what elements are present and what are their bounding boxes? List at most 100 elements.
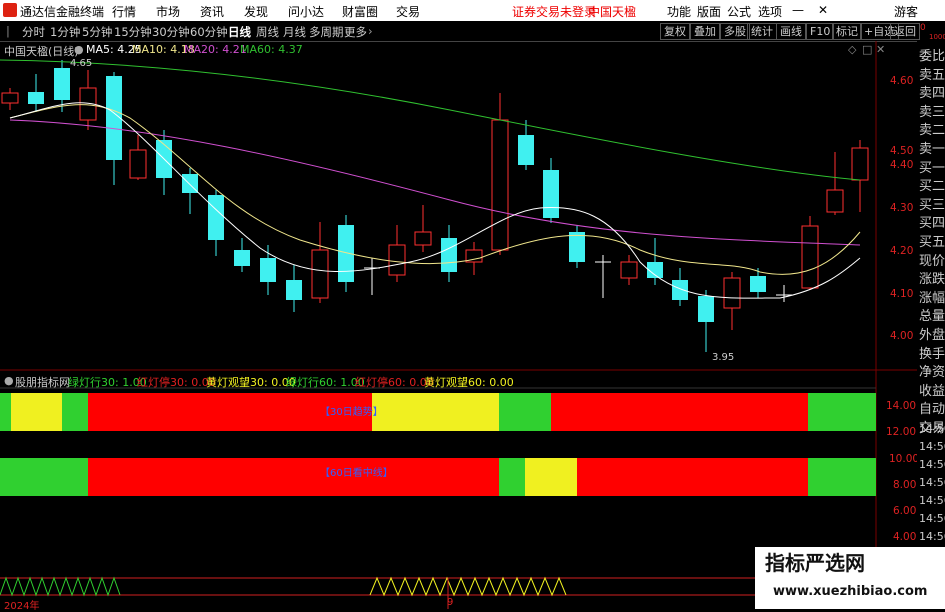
tab-multi[interactable]: 多周期 <box>309 24 344 40</box>
settings-circle-icon[interactable]: ● <box>74 43 84 56</box>
overlay-button[interactable]: 叠加 <box>690 23 720 40</box>
candlestick <box>698 290 714 352</box>
menu-discover[interactable]: 发现 <box>244 3 268 20</box>
side-panel-item[interactable]: 涨跌 <box>919 268 945 287</box>
side-panel-item[interactable]: 卖四 <box>919 82 945 101</box>
side-panel-item[interactable]: 卖一 <box>919 138 945 157</box>
side-panel-time: 14:56 <box>919 440 945 453</box>
side-panel-item[interactable]: 现价 <box>919 250 945 269</box>
tab-30min[interactable]: 30分钟 <box>152 24 190 40</box>
signal-band-60 <box>88 458 499 496</box>
candlestick <box>672 268 688 306</box>
menu-function[interactable]: 功能 <box>667 3 691 20</box>
menu-news[interactable]: 资讯 <box>200 3 224 20</box>
menu-formula[interactable]: 公式 <box>727 3 751 20</box>
ind-yellow30: 黄灯观望30: 0.00 <box>206 376 296 389</box>
tab-15min[interactable]: 15分钟 <box>114 24 152 40</box>
high-price-label: 4.65 <box>70 58 93 69</box>
minimize-icon[interactable]: — <box>792 3 804 17</box>
candlestick <box>260 245 276 295</box>
menu-trade[interactable]: 交易 <box>396 3 420 20</box>
ind-tick: 4.00 <box>893 531 917 543</box>
side-panel-item[interactable]: 买三 <box>919 194 945 213</box>
side-panel-item[interactable]: 卖三 <box>919 101 945 120</box>
side-panel-item[interactable]: 自动 <box>919 398 945 417</box>
draw-button[interactable]: 画线 <box>776 23 806 40</box>
side-panel-item[interactable]: 买一 <box>919 157 945 176</box>
menu-ask[interactable]: 问小达 <box>288 3 324 20</box>
multi-stock-button[interactable]: 多股 <box>720 23 750 40</box>
chevron-right-icon[interactable]: › <box>368 24 373 38</box>
signal-band-60 <box>525 458 577 496</box>
tab-minute[interactable]: 分时 <box>22 24 45 40</box>
close-icon[interactable]: ✕ <box>818 3 828 17</box>
side-panel-item[interactable]: 买四 <box>919 212 945 231</box>
side-panel-item[interactable]: 卖五 <box>919 64 945 83</box>
menu-guest[interactable]: 游客 <box>894 3 918 20</box>
side-panel-time: 14:56 <box>919 476 945 489</box>
signal-band-30 <box>551 393 808 431</box>
tab-1min[interactable]: 1分钟 <box>50 24 80 40</box>
candlestick <box>234 238 250 272</box>
login-warning[interactable]: 证券交易未登录 <box>512 3 596 20</box>
back-button[interactable]: 返回 <box>890 23 920 40</box>
side-panel-item[interactable]: 收益 <box>919 380 945 399</box>
menu-wealth[interactable]: 财富圈 <box>342 3 378 20</box>
signal-band-30 <box>808 393 876 431</box>
side-panel-item[interactable]: 外盘 <box>919 324 945 343</box>
menu-layout[interactable]: 版面 <box>697 3 721 20</box>
ind-tick: 14.00 <box>886 400 917 412</box>
side-panel-item[interactable]: 总量 <box>919 305 945 324</box>
mark-button[interactable]: 标记 <box>832 23 862 40</box>
side-panel-item[interactable]: 涨幅 <box>919 287 945 306</box>
stats-button[interactable]: 统计 <box>747 23 777 40</box>
candlestick <box>54 60 70 112</box>
tab-daily[interactable]: 日线 <box>228 24 251 40</box>
candlestick <box>750 268 766 298</box>
close-chart-icon[interactable]: ✕ <box>876 43 885 56</box>
stock-title: 中国天楹 <box>588 5 637 19</box>
side-panel-time: 14:56 <box>919 458 945 471</box>
candlestick <box>1 88 19 110</box>
candlestick <box>28 74 44 112</box>
candlestick <box>595 255 611 298</box>
price-tick: 4.10 <box>890 288 914 300</box>
side-panel-item[interactable]: 买五 <box>919 231 945 250</box>
tab-5min[interactable]: 5分钟 <box>82 24 112 40</box>
signal-band-60 <box>499 458 525 496</box>
title-bar: 通达信金融终端 行情 市场 资讯 发现 问小达 财富圈 交易 证券交易未登录 中… <box>0 0 945 21</box>
signal-band-30 <box>11 393 62 431</box>
menu-market[interactable]: 市场 <box>156 3 180 20</box>
ma-line <box>9 104 861 275</box>
signal-band-60 <box>0 458 88 496</box>
ind-tick: 10.00 <box>889 453 920 465</box>
ma60-label: MA60: 4.37 <box>240 43 303 56</box>
f10-button[interactable]: F10 <box>806 23 835 40</box>
side-panel-item[interactable]: 换手 <box>919 343 945 362</box>
tab-60min[interactable]: 60分钟 <box>190 24 228 40</box>
menu-options[interactable]: 选项 <box>758 3 782 20</box>
indicator-settings-icon[interactable]: ● <box>4 374 14 387</box>
side-panel-item[interactable]: 买二 <box>919 175 945 194</box>
ind-red60: 红灯停60: 0.00 <box>355 376 434 389</box>
tab-weekly[interactable]: 周线 <box>256 24 279 40</box>
tab-more[interactable]: 更多 <box>344 24 367 40</box>
price-tick: 4.60 <box>890 75 914 87</box>
side-panel-item[interactable]: 卖二 <box>919 119 945 138</box>
candlestick <box>851 140 869 212</box>
side-panel-item[interactable]: 净资 <box>919 361 945 380</box>
tab-monthly[interactable]: 月线 <box>283 24 306 40</box>
candlestick <box>286 265 302 312</box>
candlestick <box>441 225 457 282</box>
candlestick <box>208 190 224 256</box>
candlestick <box>723 272 741 330</box>
menu-quotes[interactable]: 行情 <box>112 3 136 20</box>
signal-band-30 <box>499 393 551 431</box>
max-icon[interactable]: □ <box>862 43 872 56</box>
candlestick <box>491 93 509 255</box>
band2-label: 【60日看中线】 <box>320 468 393 479</box>
adjust-button[interactable]: 复权 <box>660 23 690 40</box>
side-panel-item[interactable]: 委比 <box>919 45 945 64</box>
candlestick <box>364 258 380 295</box>
collapse-icon[interactable]: ◇ <box>848 43 856 56</box>
